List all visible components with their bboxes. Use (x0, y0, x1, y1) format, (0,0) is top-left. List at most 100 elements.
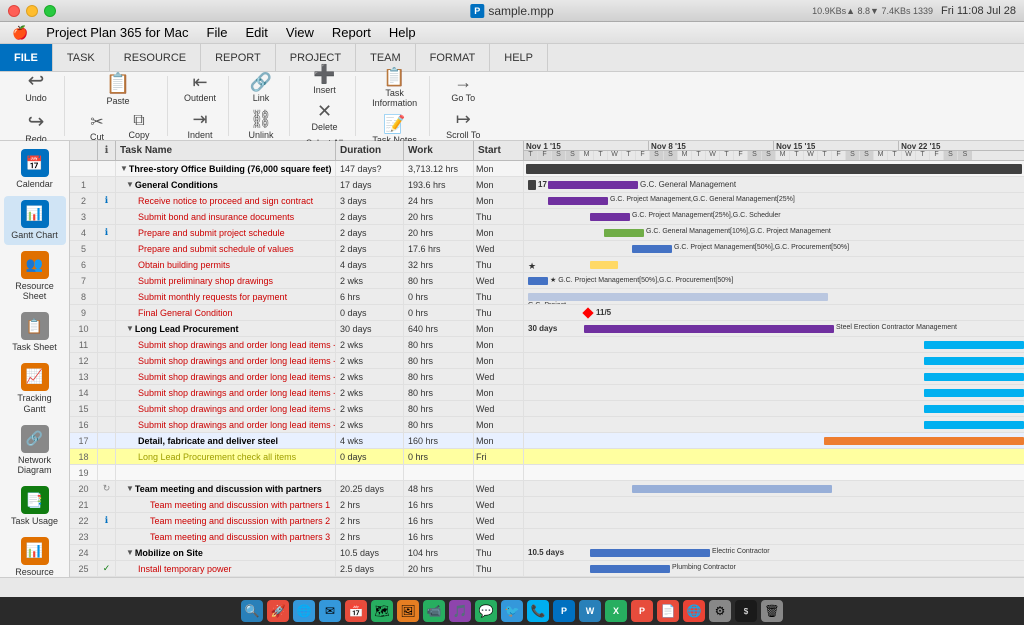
table-row[interactable]: 13 Submit shop drawings and order long l… (70, 369, 1024, 385)
sidebar-item-tracking[interactable]: 📈 Tracking Gantt (4, 359, 66, 419)
table-row[interactable]: 16 Submit shop drawings and order long l… (70, 417, 1024, 433)
view-menu[interactable]: View (278, 22, 322, 43)
tab-resource[interactable]: RESOURCE (110, 44, 201, 71)
task-name[interactable]: Submit preliminary shop drawings (116, 273, 336, 288)
apple-menu[interactable]: 🍎 (4, 22, 36, 43)
table-row[interactable]: 22 ℹ Team meeting and discussion with pa… (70, 513, 1024, 529)
task-name[interactable]: Submit monthly requests for payment (116, 289, 336, 304)
task-name[interactable]: ▼Three-story Office Building (76,000 squ… (116, 161, 336, 176)
insert-button[interactable]: ➕ Insert (305, 62, 345, 97)
table-row[interactable]: 17 Detail, fabricate and deliver steel 4… (70, 433, 1024, 449)
task-name[interactable]: ▼Long Lead Procurement (116, 321, 336, 336)
task-name[interactable]: Team meeting and discussion with partner… (116, 529, 336, 544)
task-name[interactable]: ▼Team meeting and discussion with partne… (116, 481, 336, 496)
link-button[interactable]: 🔗 Link (241, 70, 281, 105)
tab-task[interactable]: TASK (53, 44, 110, 71)
dock-icon-acrobat[interactable]: 📄 (657, 600, 679, 622)
table-row[interactable]: 20 ↻ ▼Team meeting and discussion with p… (70, 481, 1024, 497)
maximize-button[interactable] (44, 5, 56, 17)
sidebar-item-gantt[interactable]: 📊 Gantt Chart (4, 196, 66, 245)
task-name[interactable]: Submit shop drawings and order long lead… (116, 385, 336, 400)
table-row[interactable]: 1 ▼General Conditions 17 days 193.6 hrs … (70, 177, 1024, 193)
table-row[interactable]: 3 Submit bond and insurance documents 2 … (70, 209, 1024, 225)
dock-icon-twitter[interactable]: 🐦 (501, 600, 523, 622)
table-row[interactable]: 14 Submit shop drawings and order long l… (70, 385, 1024, 401)
dock-icon-word[interactable]: W (579, 600, 601, 622)
dock-icon-launchpad[interactable]: 🚀 (267, 600, 289, 622)
task-name[interactable]: Receive notice to proceed and sign contr… (116, 193, 336, 208)
duration-header[interactable]: Duration (336, 141, 404, 160)
task-name[interactable]: Submit shop drawings and order long lead… (116, 417, 336, 432)
sidebar-item-resource[interactable]: 👥 Resource Sheet (4, 247, 66, 307)
dock-icon-excel[interactable]: X (605, 600, 627, 622)
start-header[interactable]: Start (474, 141, 524, 160)
dock-icon-skype[interactable]: 📞 (527, 600, 549, 622)
dock-icon-terminal[interactable]: $ (735, 600, 757, 622)
task-name[interactable]: Final General Condition (116, 305, 336, 320)
table-row[interactable]: 11 Submit shop drawings and order long l… (70, 337, 1024, 353)
table-row[interactable]: ▼Three-story Office Building (76,000 squ… (70, 161, 1024, 177)
table-row[interactable]: 10 ▼Long Lead Procurement 30 days 640 hr… (70, 321, 1024, 337)
copy-button[interactable]: ⧉ Copy (119, 110, 159, 144)
dock-icon-itunes[interactable]: 🎵 (449, 600, 471, 622)
close-button[interactable] (8, 5, 20, 17)
table-row[interactable]: 6 Obtain building permits 4 days 32 hrs … (70, 257, 1024, 273)
dock-icon-project365[interactable]: P (553, 600, 575, 622)
task-name[interactable]: Submit shop drawings and order long lead… (116, 401, 336, 416)
table-row[interactable]: 15 Submit shop drawings and order long l… (70, 401, 1024, 417)
task-info-button[interactable]: 📋 TaskInformation (368, 65, 421, 110)
task-name[interactable]: ▼Mobilize on Site (116, 545, 336, 560)
outdent-button[interactable]: ⇤ Outdent (180, 70, 220, 105)
app-name-menu[interactable]: Project Plan 365 for Mac (38, 22, 196, 43)
table-row[interactable]: 18 Long Lead Procurement check all items… (70, 449, 1024, 465)
dock-icon-system-prefs[interactable]: ⚙ (709, 600, 731, 622)
scroll-to-button[interactable]: ↦ Scroll To (442, 107, 484, 142)
task-name[interactable]: Install temporary power (116, 561, 336, 576)
dock-icon-chrome[interactable]: 🌐 (683, 600, 705, 622)
dock-icon-finder[interactable]: 🔍 (241, 600, 263, 622)
tab-format[interactable]: FORMAT (416, 44, 491, 71)
tab-help[interactable]: HELP (490, 44, 548, 71)
work-header[interactable]: Work (404, 141, 474, 160)
task-name[interactable]: Prepare and submit project schedule (116, 225, 336, 240)
table-row[interactable]: 4 ℹ Prepare and submit project schedule … (70, 225, 1024, 241)
table-row[interactable]: 2 ℹ Receive notice to proceed and sign c… (70, 193, 1024, 209)
table-row[interactable]: 9 Final General Condition 0 days 0 hrs T… (70, 305, 1024, 321)
dock-icon-facetime[interactable]: 📹 (423, 600, 445, 622)
sidebar-item-network[interactable]: 🔗 Network Diagram (4, 421, 66, 481)
task-table-body[interactable]: ▼Three-story Office Building (76,000 squ… (70, 161, 1024, 577)
minimize-button[interactable] (26, 5, 38, 17)
table-row[interactable]: 23 Team meeting and discussion with part… (70, 529, 1024, 545)
task-name[interactable]: Team meeting and discussion with partner… (116, 513, 336, 528)
task-name[interactable]: Obtain building permits (116, 257, 336, 272)
task-name[interactable]: Submit shop drawings and order long lead… (116, 337, 336, 352)
unlink-button[interactable]: ⛓ Unlink (241, 107, 281, 142)
paste-button[interactable]: 📋 Paste (93, 69, 143, 108)
task-name[interactable]: Prepare and submit schedule of values (116, 241, 336, 256)
tab-report[interactable]: REPORT (201, 44, 276, 71)
dock-icon-maps[interactable]: 🗺 (371, 600, 393, 622)
table-row[interactable]: 12 Submit shop drawings and order long l… (70, 353, 1024, 369)
task-name[interactable]: Team meeting and discussion with partner… (116, 497, 336, 512)
report-menu[interactable]: Report (324, 22, 379, 43)
table-row[interactable]: 8 Submit monthly requests for payment 6 … (70, 289, 1024, 305)
dock-icon-messages[interactable]: 💬 (475, 600, 497, 622)
task-name[interactable]: ▼General Conditions (116, 177, 336, 192)
dock-icon-powerpoint[interactable]: P (631, 600, 653, 622)
indent-button[interactable]: ⇥ Indent (180, 107, 220, 142)
table-row[interactable]: 7 Submit preliminary shop drawings 2 wks… (70, 273, 1024, 289)
table-row[interactable]: 19 (70, 465, 1024, 481)
table-row[interactable]: 25 ✓ Install temporary power 2.5 days 20… (70, 561, 1024, 577)
sidebar-item-resource-usage[interactable]: 📊 Resource Usage (4, 533, 66, 577)
go-to-button[interactable]: → Go To (443, 70, 483, 105)
task-name[interactable]: Submit shop drawings and order long lead… (116, 369, 336, 384)
sidebar-item-task[interactable]: 📋 Task Sheet (4, 308, 66, 357)
dock-icon-photos[interactable]: 🖼 (397, 600, 419, 622)
table-row[interactable]: 21 Team meeting and discussion with part… (70, 497, 1024, 513)
dock-icon-calendar[interactable]: 📅 (345, 600, 367, 622)
sidebar-item-calendar[interactable]: 📅 Calendar (4, 145, 66, 194)
task-name-header[interactable]: Task Name (116, 141, 336, 160)
edit-menu[interactable]: Edit (238, 22, 276, 43)
task-name[interactable]: Long Lead Procurement check all items (116, 449, 336, 464)
sidebar-item-task-usage[interactable]: 📑 Task Usage (4, 482, 66, 531)
